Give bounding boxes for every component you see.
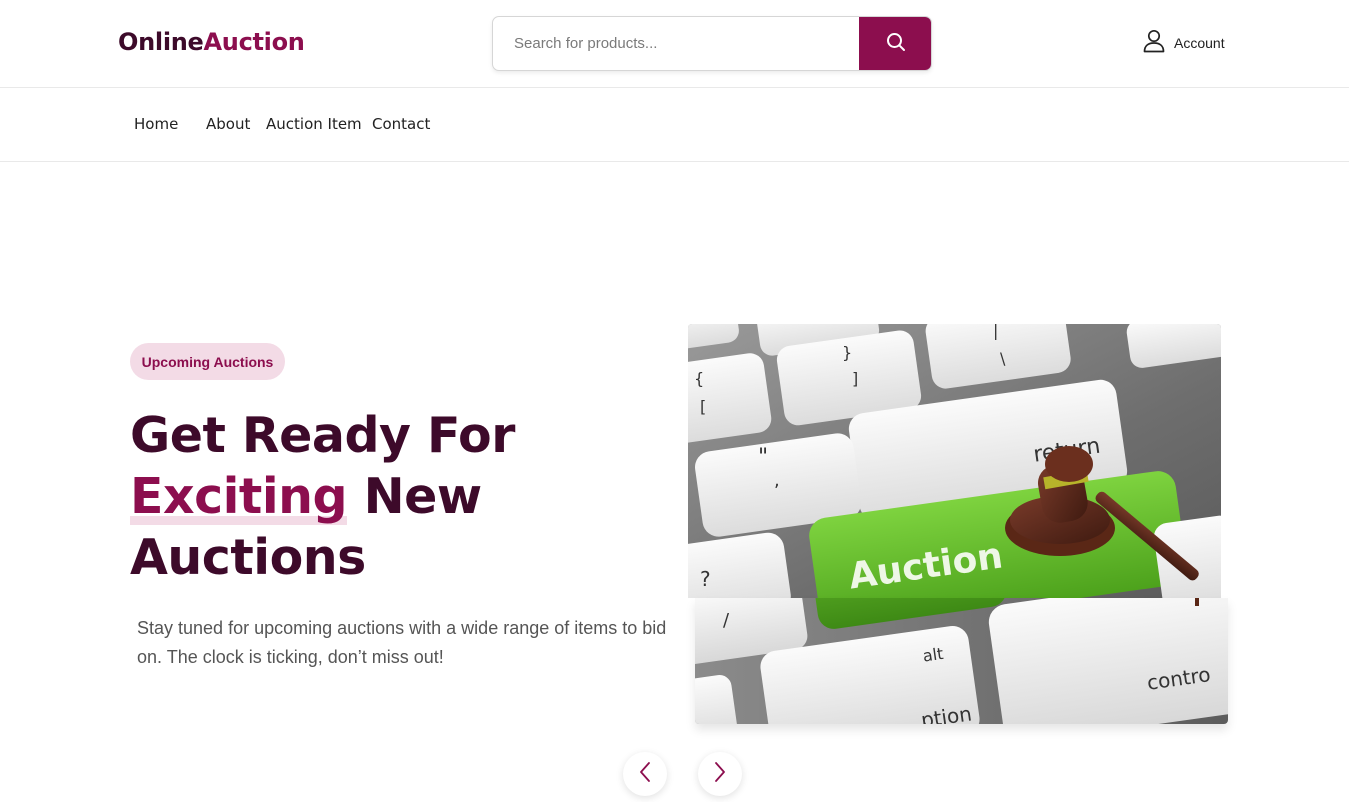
svg-text:?: ?: [700, 567, 711, 591]
svg-text:}: }: [842, 343, 852, 362]
site-logo[interactable]: OnlineAuction: [118, 28, 305, 56]
image-alt-label: alt: [922, 644, 945, 666]
nav-item-about[interactable]: About: [206, 115, 250, 133]
nav-item-auction-item[interactable]: Auction Item: [266, 115, 362, 133]
upcoming-auctions-badge: Upcoming Auctions: [130, 343, 285, 380]
hero-title: Get Ready For Exciting New Auctions: [130, 405, 650, 588]
search-button[interactable]: [859, 17, 931, 70]
nav-item-home[interactable]: Home: [134, 115, 178, 133]
search-bar: [492, 16, 932, 71]
hero-title-line2: New: [347, 468, 483, 525]
carousel-next-button[interactable]: [698, 752, 742, 796]
main-nav: Home About Auction Item Contact: [0, 88, 1349, 162]
hero-title-line1: Get Ready For: [130, 407, 515, 464]
logo-text-online: Online: [118, 28, 204, 56]
hero-image: { [ } ] | \ " , ? return Auction: [688, 324, 1221, 598]
chevron-left-icon: [638, 761, 652, 788]
chevron-right-icon: [713, 761, 727, 788]
hero-title-line3: Auctions: [130, 529, 366, 586]
nav-item-contact[interactable]: Contact: [372, 115, 430, 133]
svg-text:]: ]: [852, 369, 858, 388]
logo-text-auction: Auction: [203, 28, 305, 56]
search-input[interactable]: [493, 17, 860, 70]
svg-text:|: |: [993, 324, 998, 340]
account-link[interactable]: Account: [1143, 29, 1225, 58]
svg-text:,: ,: [774, 470, 780, 491]
hero-image-lower: / alt contro ption: [695, 598, 1228, 724]
user-icon: [1143, 29, 1165, 58]
svg-text:\: \: [1000, 349, 1006, 368]
svg-text:/: /: [723, 610, 730, 631]
hero-title-accent: Exciting: [130, 468, 348, 525]
svg-text:{: {: [694, 369, 704, 388]
site-header: OnlineAuction Account: [0, 0, 1349, 88]
account-label: Account: [1174, 35, 1225, 51]
svg-text:[: [: [700, 397, 706, 416]
hero-description: Stay tuned for upcoming auctions with a …: [137, 618, 667, 667]
search-icon: [886, 32, 906, 55]
svg-text:": ": [758, 445, 768, 470]
carousel-prev-button[interactable]: [623, 752, 667, 796]
